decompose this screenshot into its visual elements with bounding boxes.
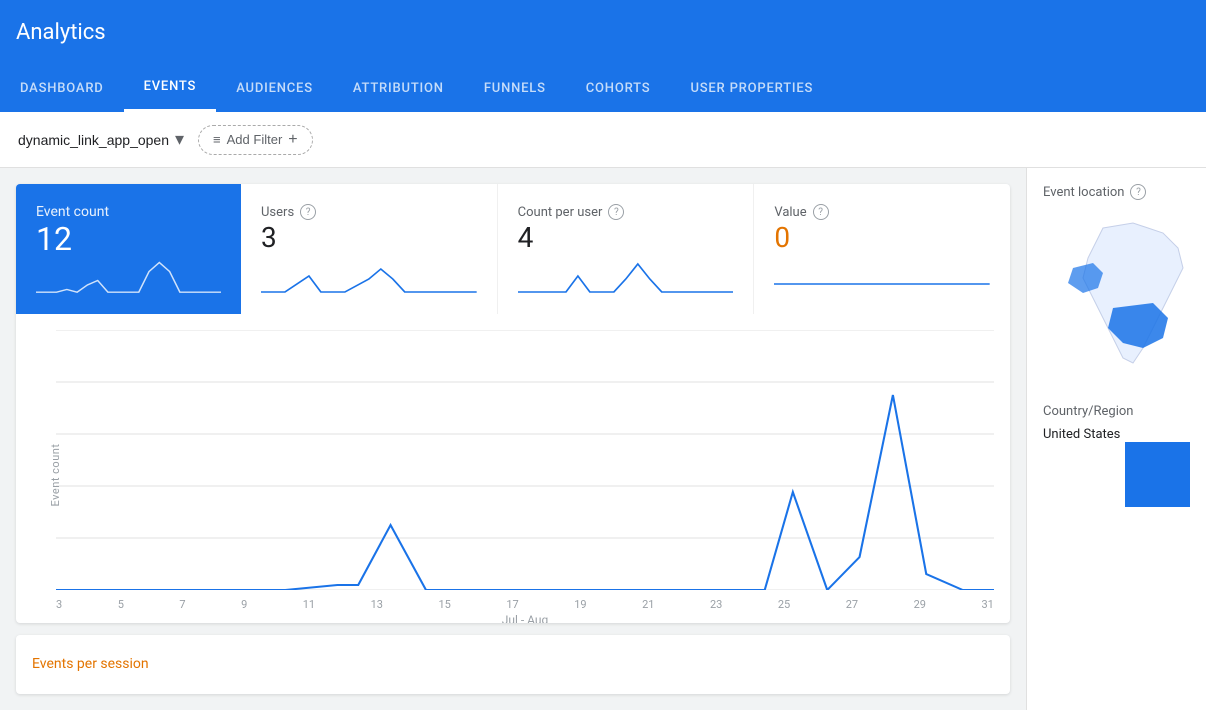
stat-users-label: Users <box>261 205 294 220</box>
bottom-card-title: Events per session <box>32 656 149 672</box>
stat-count-per-user-header: Count per user ? <box>518 204 734 220</box>
event-dropdown[interactable]: dynamic_link_app_open ▾ <box>16 125 186 154</box>
map-title-row: Event location ? <box>1043 184 1190 200</box>
nav-item-cohorts[interactable]: COHORTS <box>566 64 671 112</box>
add-filter-button[interactable]: ≡ Add Filter + <box>198 125 313 155</box>
filter-bar: dynamic_link_app_open ▾ ≡ Add Filter + <box>0 112 1206 168</box>
stat-value-header: Value ? <box>774 204 990 220</box>
country-region-label: Country/Region <box>1043 404 1190 419</box>
users-mini-chart <box>261 254 477 294</box>
stats-row: Event count 12 Users ? 3 <box>16 184 1010 314</box>
plus-icon: + <box>288 131 297 149</box>
users-info-icon[interactable]: ? <box>300 204 316 220</box>
count-per-user-info-icon[interactable]: ? <box>608 204 624 220</box>
main-chart-container: Event count 0 2 4 6 8 <box>16 314 1010 623</box>
x-date: 7 <box>179 598 185 611</box>
count-per-user-mini-chart <box>518 254 734 294</box>
x-date: 5 <box>118 598 124 611</box>
event-count-label: Event count <box>36 204 221 220</box>
x-date: 27 <box>846 598 858 611</box>
x-date: 13 <box>371 598 383 611</box>
stat-count-per-user-value: 4 <box>518 221 734 254</box>
app-title: Analytics <box>16 20 106 45</box>
map-placeholder <box>1043 208 1190 388</box>
x-date: 11 <box>303 598 315 611</box>
value-info-icon[interactable]: ? <box>813 204 829 220</box>
value-mini-chart <box>774 254 990 294</box>
map-svg <box>1043 208 1190 388</box>
main-content: Event count 12 Users ? 3 <box>0 168 1206 710</box>
nav-item-dashboard[interactable]: DASHBOARD <box>0 64 124 112</box>
x-date: 29 <box>914 598 926 611</box>
x-date: 21 <box>642 598 654 611</box>
stat-users-header: Users ? <box>261 204 477 220</box>
nav-item-funnels[interactable]: FUNNELS <box>464 64 566 112</box>
event-count-mini-chart <box>36 258 221 294</box>
right-panel: Event location ? Country/Region United S… <box>1026 168 1206 710</box>
x-date: 25 <box>778 598 790 611</box>
stat-value-label: Value <box>774 205 806 220</box>
nav-item-events[interactable]: EVENTS <box>124 64 217 112</box>
bottom-card: Events per session <box>16 635 1010 694</box>
nav-item-user-properties[interactable]: USER PROPERTIES <box>670 64 833 112</box>
nav-item-attribution[interactable]: ATTRIBUTION <box>333 64 464 112</box>
country-row: United States <box>1043 427 1190 442</box>
x-date: 3 <box>56 598 62 611</box>
x-date: 17 <box>506 598 518 611</box>
stats-card: Event count 12 Users ? 3 <box>16 184 1010 623</box>
stat-users: Users ? 3 <box>241 184 498 314</box>
left-panel: Event count 12 Users ? 3 <box>0 168 1026 710</box>
x-date: 23 <box>710 598 722 611</box>
event-count-value: 12 <box>36 220 221 258</box>
map-info-icon[interactable]: ? <box>1130 184 1146 200</box>
stat-count-per-user-label: Count per user <box>518 205 603 220</box>
x-date: 19 <box>574 598 586 611</box>
x-date: 15 <box>439 598 451 611</box>
map-title-label: Event location <box>1043 185 1124 200</box>
country-name: United States <box>1043 427 1120 442</box>
app-header: Analytics <box>0 0 1206 64</box>
nav-bar: DASHBOARD EVENTS AUDIENCES ATTRIBUTION F… <box>0 64 1206 112</box>
stat-users-value: 3 <box>261 221 477 254</box>
chevron-down-icon: ▾ <box>175 129 184 150</box>
stat-value: Value ? 0 <box>754 184 1010 314</box>
x-date: 9 <box>241 598 247 611</box>
stat-value-number: 0 <box>774 221 990 254</box>
country-bar <box>1125 442 1190 507</box>
x-date: 31 <box>982 598 994 611</box>
nav-item-audiences[interactable]: AUDIENCES <box>216 64 333 112</box>
main-chart-svg: 0 2 4 6 8 <box>56 330 994 590</box>
x-axis-title: Jul - Aug <box>56 613 994 623</box>
y-axis-label: Event count <box>49 443 62 506</box>
x-axis-dates: 3 5 7 9 11 13 15 17 19 21 23 25 27 29 31 <box>56 594 994 611</box>
filter-icon: ≡ <box>213 132 221 147</box>
stat-event-count: Event count 12 <box>16 184 241 314</box>
stat-count-per-user: Count per user ? 4 <box>498 184 755 314</box>
